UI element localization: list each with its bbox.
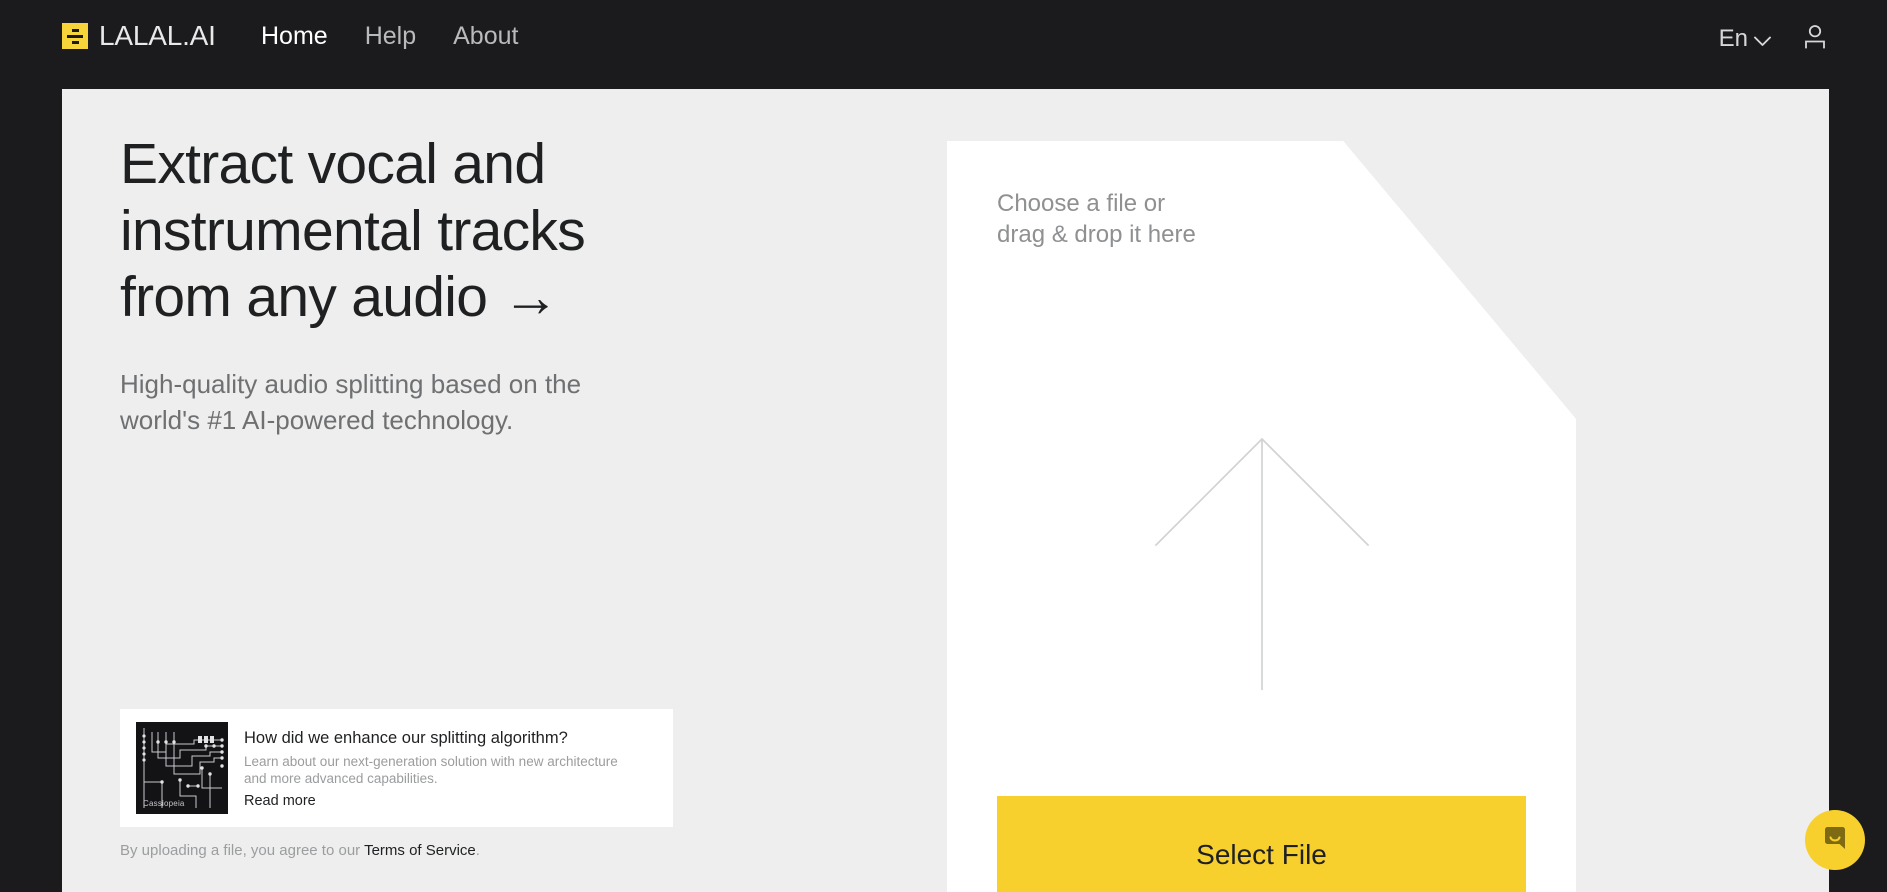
- main-navigation: Home Help About: [261, 24, 518, 49]
- brand-name: LALAL.AI: [99, 20, 216, 51]
- blog-promo-card[interactable]: Cassiopeia How did we enhance our splitt…: [120, 709, 673, 827]
- dropzone-prompt-line-2: drag & drop it here: [997, 221, 1196, 249]
- blog-card-body: How did we enhance our splitting algorit…: [244, 728, 618, 808]
- file-dropzone[interactable]: Choose a file or drag & drop it here Sel…: [947, 141, 1576, 892]
- terms-notice: By uploading a file, you agree to our Te…: [120, 843, 480, 858]
- read-more-link[interactable]: Read more: [244, 794, 618, 809]
- hero-title-line-1: Extract vocal and: [120, 132, 546, 196]
- divide-square-icon: [62, 23, 88, 49]
- language-switcher[interactable]: En: [1719, 25, 1771, 52]
- chat-launcher-button[interactable]: [1805, 810, 1865, 870]
- nav-item-about[interactable]: About: [453, 24, 518, 49]
- content-sheet: Extract vocal and instrumental tracks fr…: [62, 89, 1829, 892]
- brand-logo-link[interactable]: LALAL.AI: [62, 22, 216, 50]
- dropzone-prompt-line-1: Choose a file or: [997, 190, 1166, 217]
- hero-title-line-3: from any audio →: [120, 265, 559, 330]
- page-title: Extract vocal and instrumental tracks fr…: [120, 131, 880, 331]
- hero-section: Extract vocal and instrumental tracks fr…: [120, 131, 880, 439]
- blog-thumbnail-label: Cassiopeia: [143, 799, 185, 808]
- chat-bubble-smile-icon: [1820, 823, 1850, 858]
- hero-subtitle-line-1: High-quality audio splitting based on th…: [120, 369, 582, 400]
- user-person-icon: [1801, 25, 1829, 54]
- language-label: En: [1718, 24, 1748, 52]
- dropzone-prompt: Choose a file or drag & drop it here: [997, 188, 1196, 250]
- terms-suffix: .: [475, 842, 480, 859]
- site-header: LALAL.AI Home Help About En: [0, 0, 1887, 89]
- hero-title-line-2: instrumental tracks: [120, 198, 586, 263]
- nav-item-help[interactable]: Help: [365, 24, 416, 49]
- select-file-button[interactable]: Select File: [997, 796, 1526, 892]
- circuit-board-image: Cassiopeia: [136, 722, 228, 814]
- terms-prefix: By uploading a file, you agree to our: [120, 842, 365, 859]
- hero-subtitle: High-quality audio splitting based on th…: [120, 367, 880, 439]
- blog-desc-line-2: and more advanced capabilities.: [244, 771, 438, 787]
- hero-subtitle-line-2: world's #1 AI-powered technology.: [120, 404, 514, 435]
- blog-card-title: How did we enhance our splitting algorit…: [244, 728, 568, 747]
- page-root: LALAL.AI Home Help About En Extract voca…: [0, 0, 1887, 892]
- account-button[interactable]: [1801, 22, 1829, 55]
- blog-card-description: Learn about our next-generation solution…: [244, 753, 618, 788]
- blog-desc-line-1: Learn about our next-generation solution…: [244, 753, 618, 769]
- terms-of-service-link[interactable]: Terms of Service: [364, 842, 476, 859]
- nav-item-home[interactable]: Home: [261, 24, 328, 49]
- chevron-down-icon: [1754, 28, 1771, 52]
- header-actions: En: [1719, 22, 1829, 55]
- upload-arrow-icon: [1154, 436, 1370, 696]
